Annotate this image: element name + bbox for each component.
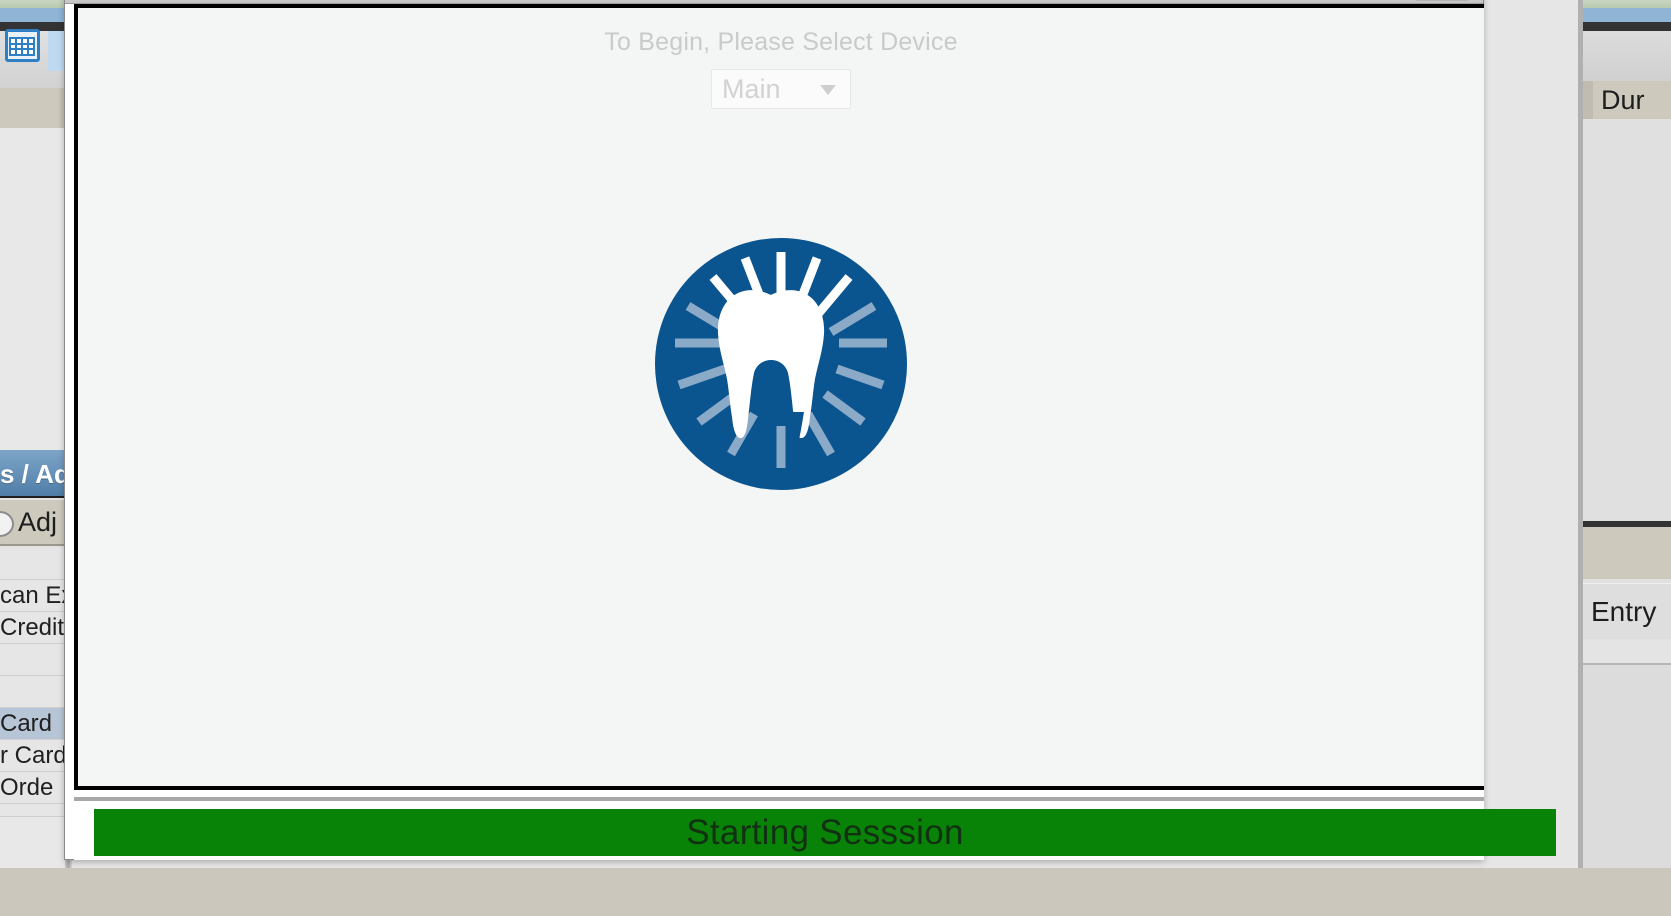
- list-item[interactable]: [0, 676, 72, 708]
- list-item[interactable]: Credit: [0, 612, 72, 644]
- grid-cell: [11, 39, 15, 43]
- device-select-value: Main: [722, 74, 781, 104]
- list-item[interactable]: Card: [0, 708, 72, 740]
- device-select[interactable]: Main: [711, 69, 851, 109]
- right-toolbar: [1583, 31, 1671, 81]
- right-panel-body: [1583, 119, 1671, 481]
- column-header-entry[interactable]: Entry: [1583, 583, 1671, 639]
- right-blue-band: [1583, 8, 1671, 22]
- grid-cell: [29, 44, 33, 49]
- left-panel-body: [0, 128, 72, 451]
- list-item[interactable]: Orde: [0, 772, 72, 804]
- grid-cell: [17, 50, 21, 54]
- right-panel: Dur Entry: [1583, 0, 1671, 916]
- grid-cell: [17, 44, 21, 49]
- list-item[interactable]: r Card: [0, 740, 72, 772]
- column-header-duration[interactable]: Dur: [1583, 81, 1671, 119]
- grid-cell: [23, 39, 27, 43]
- close-icon[interactable]: [1407, 0, 1477, 1]
- progress-status-text: Starting Sesssion: [686, 812, 964, 852]
- left-section-header: s / Ad: [0, 450, 72, 498]
- right-title-gradient: [1583, 0, 1671, 8]
- screen: s / Ad Adj can Ex Credit Card r Card Ord…: [0, 0, 1671, 916]
- bottom-status-band: [0, 868, 1671, 916]
- grid-cell: [29, 39, 33, 43]
- right-tan-header: [1583, 527, 1671, 579]
- column-header-entry-label: Entry: [1591, 596, 1657, 627]
- adjust-label: Adj: [18, 507, 58, 537]
- tooth-logo: [655, 238, 907, 490]
- left-title-gradient: [0, 0, 72, 8]
- left-tan-header: [0, 88, 60, 128]
- list-item[interactable]: [0, 548, 72, 580]
- progress-bar: Starting Sesssion: [94, 809, 1556, 856]
- grid-cell: [29, 50, 33, 54]
- payment-type-list[interactable]: can Ex Credit Card r Card Orde: [0, 548, 72, 816]
- column-header-duration-label: Dur: [1601, 85, 1645, 115]
- progress-zone: Starting Sesssion: [74, 790, 1556, 860]
- grid-cell: [23, 50, 27, 54]
- left-panel: s / Ad Adj can Ex Credit Card r Card Ord…: [0, 0, 72, 916]
- grid-cell: [23, 44, 27, 49]
- grid-cell: [11, 50, 15, 54]
- progress-divider: [74, 797, 1484, 801]
- radio-icon[interactable]: [0, 511, 14, 537]
- grid-icon-cells: [9, 37, 35, 56]
- list-item[interactable]: [0, 644, 72, 676]
- right-entry-subrow: [1583, 639, 1671, 665]
- select-device-prompt: To Begin, Please Select Device: [604, 28, 958, 56]
- chevron-down-icon[interactable]: [820, 85, 836, 95]
- list-item[interactable]: can Ex: [0, 580, 72, 612]
- dialog-content: To Begin, Please Select Device Main: [74, 4, 1484, 790]
- tooth-logo-container: [78, 238, 1484, 490]
- grid-cell: [11, 44, 15, 49]
- device-session-dialog: To Begin, Please Select Device Main Star…: [64, 0, 1556, 860]
- left-blue-band: [0, 8, 72, 22]
- right-dark-band: [1583, 22, 1671, 31]
- adjust-row[interactable]: Adj: [0, 500, 72, 546]
- grid-cell: [17, 39, 21, 43]
